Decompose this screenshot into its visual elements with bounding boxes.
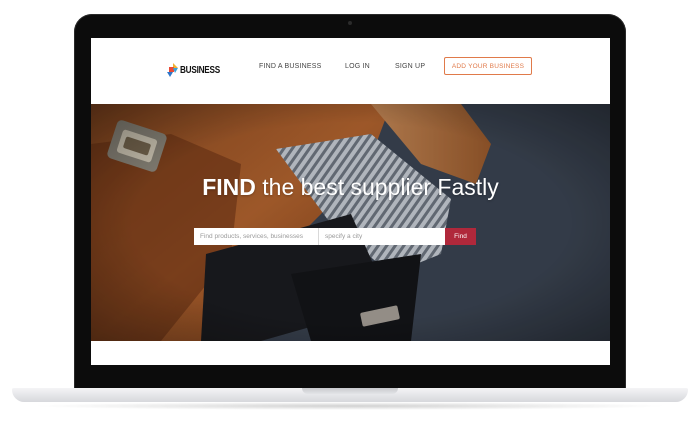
find-button[interactable]: Find [445,228,476,245]
search-bar: Find [194,228,476,245]
nav-link-find-a-business[interactable]: FIND A BUSINESS [259,63,322,70]
camera-icon [348,21,352,25]
search-city-input[interactable] [319,228,445,245]
laptop-lid: BUSINESS FIND A BUSINESS LOG IN SIGN UP … [74,14,626,396]
hero-title-rest: the best supplier Fastly [255,174,499,200]
laptop-base-notch [302,388,398,394]
content-below-hero [91,341,610,365]
hero-title-bold: FIND [202,174,256,200]
add-your-business-button[interactable]: ADD YOUR BUSINESS [444,57,532,75]
hero-background-image [91,104,610,341]
hero-section: FIND the best supplier Fastly Find [91,104,610,341]
logo-text: BUSINESS [180,64,220,76]
laptop-base [12,388,688,402]
navbar: BUSINESS FIND A BUSINESS LOG IN SIGN UP … [91,38,610,104]
laptop-shadow [30,402,670,410]
logo-icon [167,63,178,77]
hero-title: FIND the best supplier Fastly [91,174,610,201]
logo[interactable]: BUSINESS [167,62,229,78]
search-products-input[interactable] [194,228,319,245]
laptop-screen: BUSINESS FIND A BUSINESS LOG IN SIGN UP … [91,38,610,365]
nav-link-log-in[interactable]: LOG IN [345,63,370,70]
nav-link-sign-up[interactable]: SIGN UP [395,63,425,70]
